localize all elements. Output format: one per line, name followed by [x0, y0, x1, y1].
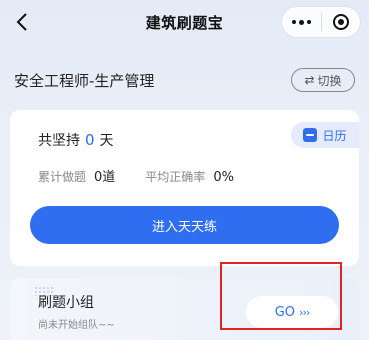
streak-suffix: 天: [99, 133, 114, 149]
calendar-button[interactable]: 日历: [291, 122, 359, 148]
daily-practice-button[interactable]: 进入天天练: [30, 206, 339, 244]
switch-label: 切换: [317, 73, 342, 88]
calendar-label: 日历: [322, 128, 347, 143]
stats-card: 共坚持 0 天 日历 累计做题 0道 平均正确率 0% 进入天天练: [10, 110, 359, 266]
accuracy-label: 平均正确率: [145, 170, 206, 184]
subject-name: 安全工程师-生产管理: [14, 72, 155, 90]
switch-subject-button[interactable]: ⇄ 切换: [291, 68, 355, 92]
calendar-icon: [303, 128, 318, 142]
chevrons-right-icon: ›››: [299, 305, 310, 319]
page: 建筑刷题宝 安全工程师-生产管理 ⇄ 切换 共坚持 0 天 日历 累计做题 0道…: [0, 0, 369, 340]
streak-prefix: 共坚持: [38, 133, 80, 149]
total-label: 累计做题: [38, 170, 87, 184]
more-button[interactable]: [282, 7, 321, 37]
streak-text: 共坚持 0 天: [38, 130, 114, 150]
go-label: GO: [274, 304, 296, 320]
group-title: 刷题小组: [38, 295, 94, 311]
more-dots-icon: [291, 19, 311, 25]
target-icon: [332, 14, 349, 30]
streak-days: 0: [85, 131, 95, 149]
back-button[interactable]: [10, 10, 34, 34]
back-chevron-icon: [16, 13, 27, 31]
miniprogram-capsule: [281, 6, 361, 38]
group-subtitle: 尚未开始组队~~: [38, 320, 115, 331]
accuracy-value: 0%: [213, 170, 234, 185]
study-group-card: 刷题小组 尚未开始组队~~ GO ›››: [10, 278, 359, 340]
close-button[interactable]: [321, 7, 360, 37]
total-value: 0道: [94, 170, 116, 185]
page-title: 建筑刷题宝: [145, 13, 224, 32]
go-button[interactable]: GO ›››: [246, 296, 338, 328]
navbar: 建筑刷题宝: [0, 0, 369, 44]
switch-icon: ⇄: [304, 73, 315, 87]
stats-row: 累计做题 0道 平均正确率 0%: [38, 166, 234, 185]
